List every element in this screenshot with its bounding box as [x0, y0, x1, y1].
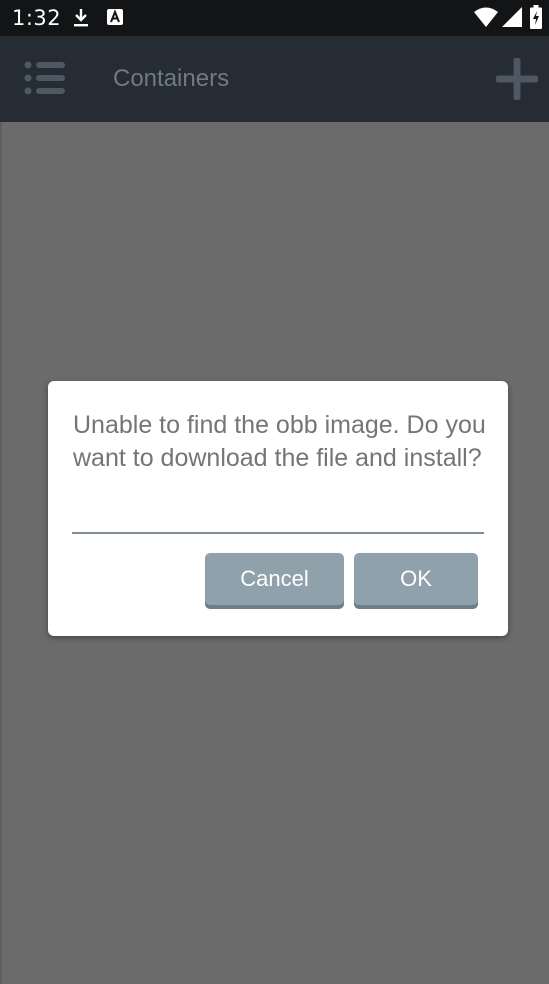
edge-line: [0, 122, 2, 984]
status-time: 1:32: [12, 6, 62, 30]
app-title: Containers: [113, 65, 230, 92]
status-bar: 1:32: [0, 0, 549, 36]
download-dialog: Unable to find the obb image. Do you wan…: [48, 381, 508, 636]
wifi-icon: [474, 7, 498, 27]
cancel-button[interactable]: Cancel: [205, 553, 344, 605]
plus-icon[interactable]: [496, 58, 538, 100]
battery-icon: [530, 5, 542, 29]
list-menu-icon[interactable]: [24, 60, 66, 96]
dialog-divider: [72, 532, 484, 534]
download-icon: [74, 9, 88, 27]
app-bar: Containers: [0, 36, 549, 122]
dialog-message: Unable to find the obb image. Do you wan…: [73, 411, 486, 472]
ok-button[interactable]: OK: [354, 553, 478, 605]
signal-icon: [502, 7, 522, 27]
a-notification-icon: [107, 9, 123, 25]
